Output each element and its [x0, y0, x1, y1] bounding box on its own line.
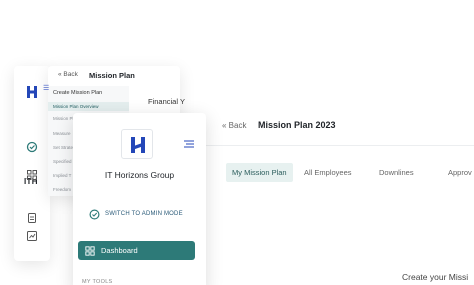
tab-all-employees[interactable]: All Employees	[304, 163, 352, 182]
header-divider	[206, 145, 474, 146]
main-back-link[interactable]: « Back	[222, 121, 246, 130]
menu-item[interactable]: Implied T	[53, 173, 71, 178]
tab-downlines[interactable]: Downlines	[379, 163, 414, 182]
chart-icon[interactable]	[26, 230, 38, 242]
dashboard-nav-item[interactable]: Dashboard	[78, 241, 195, 260]
company-logo-icon	[27, 86, 37, 98]
hamburger-menu-icon[interactable]	[183, 139, 195, 149]
dashboard-icon[interactable]	[26, 169, 38, 181]
create-mission-plan-item[interactable]: Create Mission Plan	[53, 90, 102, 96]
menu-icon[interactable]: ☰	[43, 84, 51, 92]
menu-item[interactable]: Mission Plan Overview	[48, 102, 129, 111]
menu-item[interactable]: Measure	[53, 131, 71, 136]
menu-item[interactable]: Specified	[53, 159, 72, 164]
company-logo	[121, 129, 153, 159]
my-tools-heading: MY TOOLS	[82, 279, 113, 285]
switch-admin-mode-label: SWITCH TO ADMIN MODE	[105, 211, 183, 217]
background-sidebar: ITH	[14, 66, 50, 261]
menu-item[interactable]: Set Strate	[53, 145, 73, 150]
dashboard-icon	[85, 245, 95, 256]
create-mission-plan-prompt: Create your Missi	[402, 272, 469, 282]
front-sidebar: IT Horizons Group SWITCH TO ADMIN MODE D…	[73, 113, 206, 285]
tab-my-mission-plan[interactable]: My Mission Plan	[226, 163, 293, 182]
switch-mode-icon[interactable]	[26, 141, 38, 153]
switch-mode-icon	[89, 209, 100, 219]
org-name: IT Horizons Group	[104, 170, 175, 180]
back-link[interactable]: « Back	[58, 71, 78, 78]
panel-title: Mission Plan	[89, 71, 135, 80]
company-logo-icon	[131, 137, 145, 153]
dashboard-label: Dashboard	[101, 246, 138, 255]
page-title: Mission Plan 2023	[258, 120, 336, 130]
tab-approvals[interactable]: Approv	[448, 163, 472, 182]
menu-item[interactable]: Freedom	[53, 187, 71, 192]
switch-admin-mode-button[interactable]: SWITCH TO ADMIN MODE	[89, 208, 183, 220]
financial-year-label: Financial Y	[148, 97, 185, 106]
document-icon[interactable]	[26, 212, 38, 224]
